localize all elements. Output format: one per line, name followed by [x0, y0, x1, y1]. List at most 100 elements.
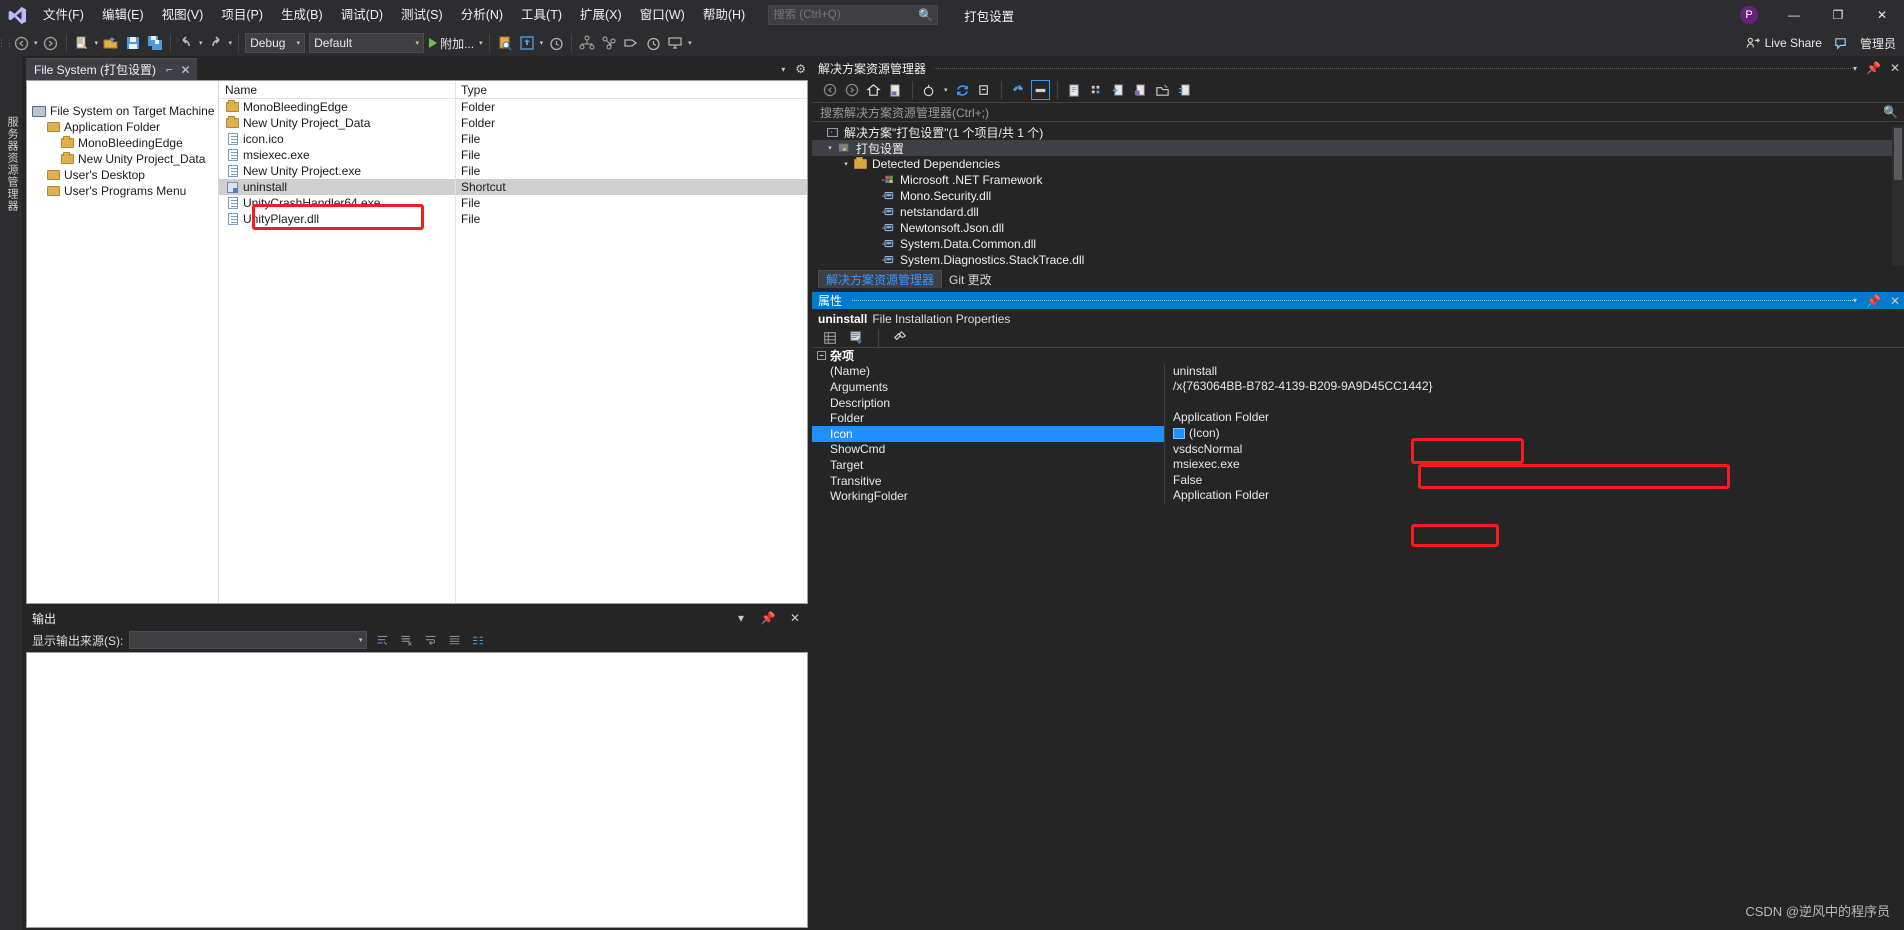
feedback-icon[interactable]: [1830, 32, 1852, 54]
pin-icon[interactable]: ⌐: [166, 64, 172, 76]
attach-dropdown-icon[interactable]: ▾: [477, 39, 485, 47]
property-row-folder[interactable]: Folder Application Folder: [812, 410, 1904, 426]
categorized-icon[interactable]: [820, 328, 839, 348]
property-value[interactable]: vsdscNormal: [1164, 441, 1904, 458]
add-new-item-icon[interactable]: [1109, 80, 1128, 100]
live-share-button[interactable]: Live Share: [1738, 30, 1830, 56]
hot-reload-icon[interactable]: [516, 32, 538, 54]
dependency-node-system-data-common[interactable]: System.Data.Common.dll: [812, 236, 1904, 252]
pin-icon[interactable]: 📌: [1866, 61, 1881, 75]
dependency-node-mono-security[interactable]: Mono.Security.dll: [812, 188, 1904, 204]
properties-icon[interactable]: [1009, 80, 1028, 100]
list-item[interactable]: msiexec.exe File: [219, 147, 807, 163]
tree-node-users-desktop[interactable]: User's Desktop: [27, 167, 218, 183]
dependency-node-dotnet-framework[interactable]: Microsoft .NET Framework: [812, 172, 1904, 188]
open-file-icon[interactable]: [100, 32, 122, 54]
menu-item-tools[interactable]: 工具(T): [512, 0, 571, 30]
new-project-icon[interactable]: [71, 32, 93, 54]
chevron-down-icon[interactable]: ▾: [824, 144, 836, 152]
dependency-node-system-diagnostics-stacktrace[interactable]: System.Diagnostics.StackTrace.dll: [812, 252, 1904, 268]
tab-solution-explorer[interactable]: 解决方案资源管理器: [818, 270, 943, 288]
window-layout-icon[interactable]: [664, 32, 686, 54]
maximize-button[interactable]: ❐: [1816, 0, 1860, 30]
scope-icon[interactable]: [920, 80, 939, 100]
property-value[interactable]: [1164, 394, 1904, 411]
property-value[interactable]: /x{763064BB-B782-4139-B209-9A9D45CC1442}: [1164, 379, 1904, 395]
minimize-button[interactable]: —: [1772, 0, 1816, 30]
find-in-files-icon[interactable]: [494, 32, 516, 54]
header-drag-dots[interactable]: [934, 67, 1853, 69]
find-message-icon[interactable]: [373, 630, 391, 650]
chevron-down-icon[interactable]: ▾: [942, 86, 950, 94]
property-row-name[interactable]: (Name) uninstall: [812, 363, 1904, 380]
gear-icon[interactable]: ⚙: [795, 62, 806, 76]
preview-selected-icon[interactable]: [1087, 80, 1106, 100]
chevron-down-icon[interactable]: ▾: [732, 608, 750, 628]
tree-node-users-programs-menu[interactable]: User's Programs Menu: [27, 183, 218, 199]
menu-item-debug[interactable]: 调试(D): [332, 0, 392, 30]
list-item[interactable]: New Unity Project_Data Folder: [219, 115, 807, 131]
undo-dropdown-icon[interactable]: ▾: [197, 39, 205, 47]
view-code-icon[interactable]: [1065, 80, 1084, 100]
output-source-combo[interactable]: ▾: [129, 631, 368, 649]
project-node-packaging[interactable]: ▾ 打包设置: [812, 140, 1904, 156]
show-all-files-icon[interactable]: [1030, 80, 1050, 100]
list-item[interactable]: icon.ico File: [219, 131, 807, 147]
solution-config-combo[interactable]: Debug ▾: [245, 33, 306, 53]
quick-search-box[interactable]: 🔍: [768, 5, 939, 25]
class-view-icon[interactable]: [576, 32, 598, 54]
tree-node-detected-dependencies[interactable]: ▾ Detected Dependencies: [812, 156, 1904, 172]
list-item[interactable]: UnityCrashHandler64.exe File: [219, 195, 807, 211]
pending-changes-icon[interactable]: [886, 80, 905, 100]
property-row-showcmd[interactable]: ShowCmd vsdscNormal: [812, 441, 1904, 458]
menu-item-project[interactable]: 项目(P): [212, 0, 272, 30]
property-value[interactable]: uninstall: [1164, 363, 1904, 380]
close-icon[interactable]: ✕: [1890, 61, 1900, 75]
menu-item-file[interactable]: 文件(F): [34, 0, 93, 30]
back-dropdown-icon[interactable]: ▾: [32, 39, 40, 47]
toolbar-grip[interactable]: ⋮⋮: [0, 30, 14, 56]
add-existing-item-icon[interactable]: [1131, 80, 1150, 100]
navigate-back-icon[interactable]: [10, 32, 32, 54]
tree-node-monobleedingedge[interactable]: MonoBleedingEdge: [27, 135, 218, 151]
property-row-target[interactable]: Target msiexec.exe: [812, 457, 1904, 473]
sync-views-icon[interactable]: [1175, 80, 1194, 100]
menu-item-test[interactable]: 测试(S): [392, 0, 452, 30]
close-icon[interactable]: ✕: [1890, 294, 1900, 308]
list-item[interactable]: MonoBleedingEdge Folder: [219, 99, 807, 115]
dependency-node-netstandard[interactable]: netstandard.dll: [812, 204, 1904, 220]
list-item[interactable]: UnityPlayer.dll File: [219, 211, 807, 227]
chevron-down-icon[interactable]: ▾: [1853, 64, 1857, 73]
new-project-dropdown-icon[interactable]: ▾: [93, 39, 101, 47]
new-folder-icon[interactable]: [1153, 80, 1172, 100]
back-icon[interactable]: [820, 80, 839, 100]
tree-node-application-folder[interactable]: Application Folder: [27, 119, 218, 135]
pin-icon[interactable]: 📌: [1866, 294, 1881, 308]
quick-search-input[interactable]: [773, 9, 914, 21]
account-avatar[interactable]: P: [1740, 6, 1758, 24]
redo-dropdown-icon[interactable]: ▾: [227, 39, 235, 47]
tab-file-system[interactable]: File System (打包设置) ⌐ ✕: [26, 58, 197, 80]
tree-node-new-unity-project-data[interactable]: New Unity Project_Data: [27, 151, 218, 167]
forward-icon[interactable]: [842, 80, 861, 100]
chevron-down-icon[interactable]: ▾: [781, 65, 785, 74]
list-item-uninstall[interactable]: uninstall Shortcut: [219, 179, 807, 195]
attach-debug-button[interactable]: 附加...: [426, 32, 477, 54]
close-button[interactable]: ✕: [1860, 0, 1904, 30]
property-value[interactable]: False: [1164, 472, 1904, 489]
solution-node[interactable]: 解决方案"打包设置"(1 个项目/共 1 个): [812, 124, 1904, 140]
server-explorer-vertical-tab[interactable]: 服务器资源管理器: [2, 116, 20, 212]
properties-category-row[interactable]: − 杂项: [812, 348, 1904, 364]
tag-icon[interactable]: [620, 32, 642, 54]
menu-item-view[interactable]: 视图(V): [153, 0, 213, 30]
column-header-name[interactable]: Name: [219, 83, 455, 97]
undo-icon[interactable]: [175, 32, 197, 54]
close-icon[interactable]: ✕: [180, 63, 190, 77]
menu-item-help[interactable]: 帮助(H): [694, 0, 754, 30]
chevron-down-icon[interactable]: ▾: [1853, 296, 1857, 305]
menu-item-edit[interactable]: 编辑(E): [93, 0, 153, 30]
property-value[interactable]: Application Folder: [1164, 488, 1904, 504]
scrollbar-thumb[interactable]: [1894, 128, 1902, 180]
clear-all-icon[interactable]: [397, 630, 415, 650]
home-icon[interactable]: [864, 80, 883, 100]
